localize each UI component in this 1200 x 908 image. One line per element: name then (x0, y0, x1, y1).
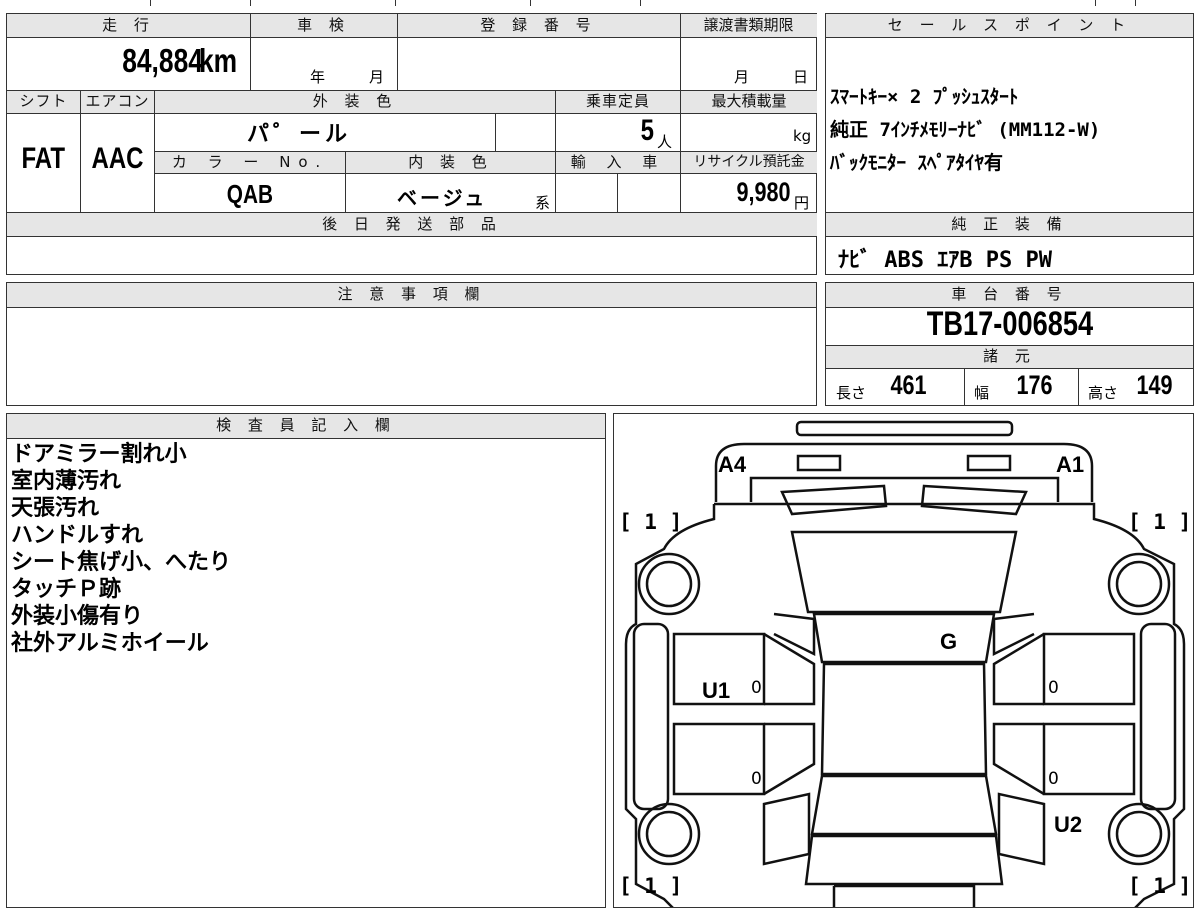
damage-mark-a4: A4 (718, 452, 747, 477)
equipment-value: ﾅﾋﾞ ABS ｴｱB PS PW (838, 248, 1052, 273)
inspection-year-label: 年 (310, 68, 326, 86)
damage-mark-u1: U1 (702, 678, 731, 703)
vehicle-info-table: 走 行 車 検 登 録 番 号 譲渡書類期限 84,884km 年 月 月 日 … (6, 13, 817, 275)
color-no-header: カ ラ ー No. (155, 152, 345, 173)
door-zero-mark: 0 (1048, 769, 1059, 789)
ac-value: AAC (91, 142, 144, 175)
note-line: 外装小傷有り (11, 604, 144, 629)
width-value: 176 (1016, 370, 1053, 400)
note-line: 天張汚れ (11, 496, 100, 521)
shift-header: シフト (7, 91, 80, 113)
sales-point-line-1: ｽﾏｰﾄｷｰ× 2 ﾌﾟｯｼｭｽﾀｰﾄ (830, 86, 1019, 108)
recycle-unit: 円 (794, 194, 810, 212)
equipment-header: 純 正 装 備 (826, 213, 1193, 236)
mileage-value: 84,884km (122, 42, 238, 79)
note-line: 社外アルミホイール (11, 631, 209, 656)
recycle-value: 9,980 (736, 177, 791, 207)
max-load-header: 最大積載量 (681, 91, 817, 113)
shift-value: FAT (21, 142, 66, 175)
door-zero-mark: 0 (1048, 678, 1059, 698)
chassis-number-header: 車 台 番 号 (826, 283, 1193, 307)
height-value: 149 (1136, 370, 1173, 400)
sales-points-panel: セ ー ル ス ポ イ ン ト ｽﾏｰﾄｷｰ× 2 ﾌﾟｯｼｭｽﾀｰﾄ 純正 7… (825, 13, 1194, 275)
note-line: 室内薄汚れ (11, 469, 122, 494)
registration-header: 登 録 番 号 (397, 14, 680, 37)
caution-panel: 注 意 事 項 欄 (6, 282, 817, 406)
interior-color-value: ベージュ (397, 186, 488, 210)
tire-tread-front-right: [ 1 ] (1128, 510, 1192, 534)
sales-points-header: セ ー ル ス ポ イ ン ト (826, 14, 1193, 37)
transfer-day-label: 日 (793, 68, 809, 86)
capacity-unit: 人 (657, 133, 673, 151)
import-header: 輸 入 車 (556, 152, 680, 173)
tire-tread-rear-left: [ 1 ] (619, 874, 683, 898)
caution-header: 注 意 事 項 欄 (7, 283, 816, 307)
height-label: 高さ (1088, 384, 1119, 402)
transfer-month-label: 月 (734, 68, 750, 86)
mileage-header: 走 行 (7, 14, 250, 37)
inspector-notes: ドアミラー割れ小 室内薄汚れ 天張汚れ ハンドルすれ シート焦げ小、へたり タッ… (11, 441, 231, 657)
transfer-deadline-header: 譲渡書類期限 (680, 14, 817, 37)
length-label: 長さ (836, 384, 867, 402)
inspection-header: 車 検 (250, 14, 397, 37)
max-load-unit: kg (793, 127, 812, 145)
exterior-color-header: 外 装 色 (155, 91, 555, 113)
door-zero-mark: 0 (751, 678, 762, 698)
length-value: 461 (890, 370, 927, 400)
specs-header: 諸 元 (826, 346, 1193, 368)
note-line: シート焦げ小、へたり (11, 550, 232, 575)
tire-tread-rear-right: [ 1 ] (1128, 874, 1192, 898)
top-cutoff-strip (0, 0, 1200, 6)
exterior-color-value: パ゜ール (247, 122, 352, 147)
damage-mark-u2: U2 (1054, 812, 1083, 837)
door-zero-mark: 0 (751, 769, 762, 789)
damage-mark-g: G (940, 629, 958, 654)
tire-tread-front-left: [ 1 ] (619, 510, 683, 534)
car-outline-diagram (624, 420, 1186, 907)
mileage-unit: km (199, 42, 238, 79)
color-no-value: QAB (226, 179, 274, 209)
recycle-header: リサイクル預託金 (681, 152, 817, 173)
interior-color-header: 内 装 色 (346, 152, 555, 173)
inspector-header: 検 査 員 記 入 欄 (7, 414, 605, 438)
width-label: 幅 (974, 384, 990, 402)
inspection-month-label: 月 (369, 68, 385, 86)
ac-header: エアコン (81, 91, 154, 113)
car-diagram-panel: A4 A1 G U1 U2 [ 1 ] [ 1 ] [ 1 ] [ 1 ] 0 … (613, 413, 1194, 908)
capacity-header: 乗車定員 (556, 91, 680, 113)
later-parts-header: 後 日 発 送 部 品 (7, 213, 817, 236)
chassis-panel: 車 台 番 号 TB17-006854 諸 元 長さ 461 幅 176 高さ … (825, 282, 1194, 406)
inspector-panel: 検 査 員 記 入 欄 ドアミラー割れ小 室内薄汚れ 天張汚れ ハンドルすれ シ… (6, 413, 606, 908)
sales-point-line-3: ﾊﾞｯｸﾓﾆﾀｰ ｽﾍﾟｱﾀｲﾔ有 (830, 152, 1003, 174)
sales-point-line-2: 純正 7ｲﾝﾁﾒﾓﾘｰﾅﾋﾞ (MM112-W) (830, 119, 1101, 141)
damage-mark-a1: A1 (1056, 452, 1085, 477)
note-line: タッチＰ跡 (11, 577, 122, 602)
note-line: ドアミラー割れ小 (11, 442, 187, 467)
note-line: ハンドルすれ (11, 523, 144, 548)
chassis-number-value: TB17-006854 (926, 305, 1093, 343)
capacity-value: 5 (640, 114, 655, 147)
interior-color-suffix: 系 (535, 194, 551, 212)
